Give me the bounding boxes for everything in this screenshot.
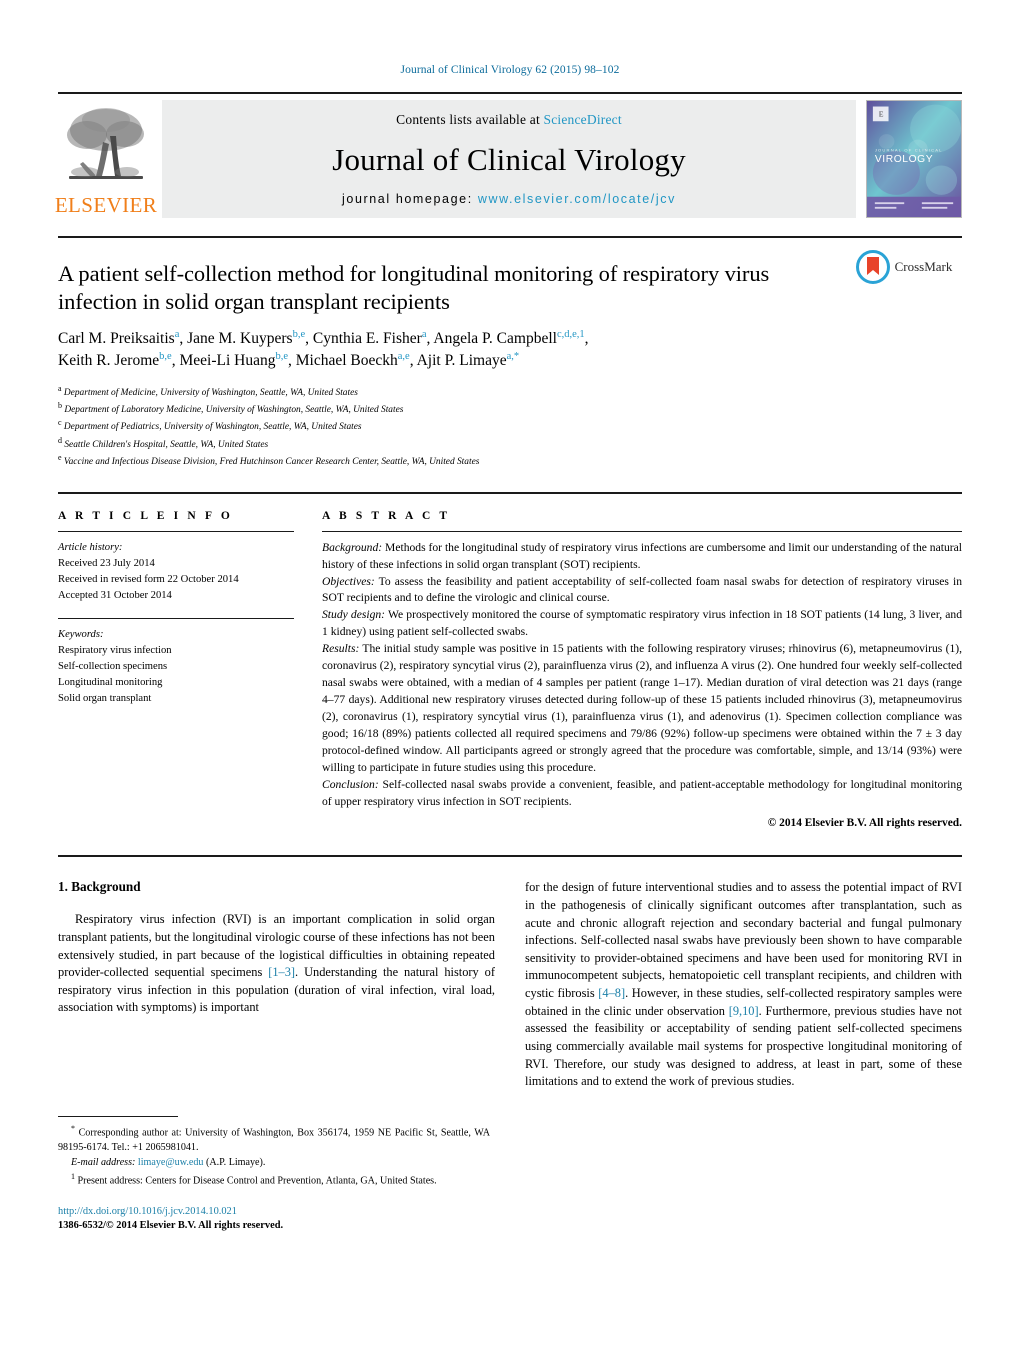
present-address-text: Present address: Centers for Disease Con… xyxy=(75,1175,437,1187)
affiliation-marker: c xyxy=(58,418,62,428)
keywords-block: Keywords: Respiratory virus infection Sel… xyxy=(58,627,294,707)
abstract-study-design-label: Study design: xyxy=(322,608,386,622)
abstract-background: Background: Methods for the longitudinal… xyxy=(322,540,962,574)
keyword-item: Solid organ transplant xyxy=(58,693,152,705)
citation-ref-4-8[interactable]: [4–8] xyxy=(598,986,625,1000)
contents-available-line: Contents lists available at ScienceDirec… xyxy=(396,112,622,128)
email-label: E-mail address: xyxy=(71,1157,136,1169)
article-info-heading: A R T I C L E I N F O xyxy=(58,509,233,522)
abstract-rule xyxy=(322,530,962,532)
abstract-background-label: Background: xyxy=(322,540,383,554)
info-abstract-section: A R T I C L E I N F O Article history: R… xyxy=(58,491,962,830)
journal-masthead: ELSEVIER Contents lists available at Sci… xyxy=(54,92,962,218)
abstract-conclusion: Conclusion: Self-collected nasal swabs p… xyxy=(322,777,962,811)
abstract-objectives: Objectives: To assess the feasibility an… xyxy=(322,574,962,608)
affiliation-marker: a xyxy=(58,383,62,393)
citation-ref-9-10[interactable]: [9,10] xyxy=(729,1004,759,1018)
affiliation-marker: d xyxy=(58,435,62,445)
affiliation-marker: b xyxy=(58,400,62,410)
article-history-item: Accepted 31 October 2014 xyxy=(58,589,172,601)
background-paragraph: Respiratory virus infection (RVI) is an … xyxy=(58,911,495,1017)
body-column-left: 1. Background Respiratory virus infectio… xyxy=(58,879,495,1090)
abstract-copyright: © 2014 Elsevier B.V. All rights reserved… xyxy=(767,817,962,830)
abstract-study-design: Study design: We prospectively monitored… xyxy=(322,607,962,641)
journal-title: Journal of Clinical Virology xyxy=(332,142,686,177)
paper-page: Journal of Clinical Virology 62 (2015) 9… xyxy=(0,0,1020,1351)
article-history-label: Article history: xyxy=(58,541,123,553)
article-info-rule xyxy=(58,530,294,532)
background-paragraph-continued: for the design of future interventional … xyxy=(525,879,962,1090)
email-suffix: (A.P. Limaye). xyxy=(203,1157,266,1169)
footnote-rule xyxy=(58,1116,178,1117)
page-title: A patient self-collection method for lon… xyxy=(58,261,770,315)
affiliation-item: d Seattle Children's Hospital, Seattle, … xyxy=(58,435,269,450)
article-info-column: A R T I C L E I N F O Article history: R… xyxy=(58,510,294,830)
svg-text:VIROLOGY: VIROLOGY xyxy=(875,154,933,165)
citation-ref-1-3[interactable]: [1–3] xyxy=(268,965,295,979)
abstract-conclusion-label: Conclusion: xyxy=(322,777,379,791)
abstract-objectives-label: Objectives: xyxy=(322,574,375,588)
crossmark-label: CrossMark xyxy=(894,259,953,274)
article-history-items: Received 23 July 2014 Received in revised… xyxy=(58,556,294,604)
abstract-results-text: The initial study sample was positive in… xyxy=(322,642,962,774)
abstract-study-design-text: We prospectively monitored the course of… xyxy=(322,608,963,639)
article-history-block: Article history: Received 23 July 2014 Re… xyxy=(58,540,294,604)
article-history-item: Received 23 July 2014 xyxy=(58,557,155,569)
abstract-heading: A B S T R A C T xyxy=(322,509,451,522)
author-line-1: Carl M. Preiksaitisa, Jane M. Kuypersb,e… xyxy=(58,329,589,348)
keywords-label: Keywords: xyxy=(58,629,104,641)
author-line-2: Keith R. Jeromeb,e, Meei-Li Huangb,e, Mi… xyxy=(58,351,520,370)
homepage-url-link[interactable]: www.elsevier.com/locate/jcv xyxy=(478,192,676,206)
elsevier-tree-icon xyxy=(67,108,144,179)
abstract-background-text: Methods for the longitudinal study of re… xyxy=(322,540,962,571)
right-text-part1: for the design of future interventional … xyxy=(525,880,962,1001)
svg-text:JOURNAL OF CLINICAL: JOURNAL OF CLINICAL xyxy=(875,148,943,153)
footnotes-block: * Corresponding author at: University of… xyxy=(58,1116,490,1190)
email-note: E-mail address: limaye@uw.edu (A.P. Lima… xyxy=(58,1156,490,1170)
abstract-conclusion-text: Self-collected nasal swabs provide a con… xyxy=(322,777,962,808)
doi-link[interactable]: http://dx.doi.org/10.1016/j.jcv.2014.10.… xyxy=(58,1205,498,1219)
section-heading-background: 1. Background xyxy=(58,879,141,895)
abstract-results-label: Results: xyxy=(322,642,360,656)
keyword-item: Longitudinal monitoring xyxy=(58,677,163,689)
email-link[interactable]: limaye@uw.edu xyxy=(138,1157,204,1168)
present-address-note: 1 Present address: Centers for Disease C… xyxy=(58,1171,490,1189)
elsevier-wordmark: ELSEVIER xyxy=(54,193,158,217)
corresponding-text: Corresponding author at: University of W… xyxy=(58,1127,490,1153)
abstract-results: Results: The initial study sample was po… xyxy=(322,641,962,776)
affiliation-item: c Department of Pediatrics, University o… xyxy=(58,418,362,433)
article-history-item: Received in revised form 22 October 2014 xyxy=(58,573,239,585)
keyword-item: Respiratory virus infection xyxy=(58,645,172,657)
keyword-item: Self-collection specimens xyxy=(58,661,168,673)
contents-prefix: Contents lists available at xyxy=(396,112,544,127)
running-head: Journal of Clinical Virology 62 (2015) 9… xyxy=(400,64,620,76)
keywords-rule xyxy=(58,618,294,620)
abstract-body: Background: Methods for the longitudinal… xyxy=(322,540,962,811)
affiliation-item: b Department of Laboratory Medicine, Uni… xyxy=(58,400,404,416)
body-columns: 1. Background Respiratory virus infectio… xyxy=(58,855,962,1090)
affiliation-marker: e xyxy=(58,453,62,463)
abstract-objectives-text: To assess the feasibility and patient ac… xyxy=(322,574,962,605)
affiliation-item: e Vaccine and Infectious Disease Divisio… xyxy=(58,453,480,468)
title-block: CrossMark A patient self-collection meth… xyxy=(58,236,962,470)
homepage-prefix: journal homepage: xyxy=(342,192,478,206)
corresponding-author-note: * Corresponding author at: University of… xyxy=(58,1123,490,1155)
svg-text:E: E xyxy=(879,110,884,119)
journal-homepage-line: journal homepage: www.elsevier.com/locat… xyxy=(342,192,676,206)
cover-artwork: E JOURNAL OF CLINICAL VIROLOGY xyxy=(867,101,961,217)
abstract-column: A B S T R A C T Background: Methods for … xyxy=(322,509,962,830)
author-list: Carl M. Preiksaitisa, Jane M. Kuypersb,e… xyxy=(58,328,922,372)
affiliation-list: a Department of Medicine, University of … xyxy=(58,383,962,470)
keyword-items: Respiratory virus infection Self-collecti… xyxy=(58,643,294,707)
journal-cover-thumbnail: E JOURNAL OF CLINICAL VIROLOGY xyxy=(866,100,962,218)
sciencedirect-link[interactable]: ScienceDirect xyxy=(544,112,622,127)
issn-copyright-line: 1386-6532/© 2014 Elsevier B.V. All right… xyxy=(58,1220,284,1232)
footer-doi-block: http://dx.doi.org/10.1016/j.jcv.2014.10.… xyxy=(58,1205,498,1233)
crossmark-icon xyxy=(855,250,890,284)
body-column-right: for the design of future interventional … xyxy=(525,879,962,1090)
crossmark-badge[interactable]: CrossMark xyxy=(846,250,962,284)
masthead-center-panel: Contents lists available at ScienceDirec… xyxy=(162,100,856,218)
affiliation-item: a Department of Medicine, University of … xyxy=(58,383,358,398)
elsevier-logo: ELSEVIER xyxy=(54,100,158,218)
